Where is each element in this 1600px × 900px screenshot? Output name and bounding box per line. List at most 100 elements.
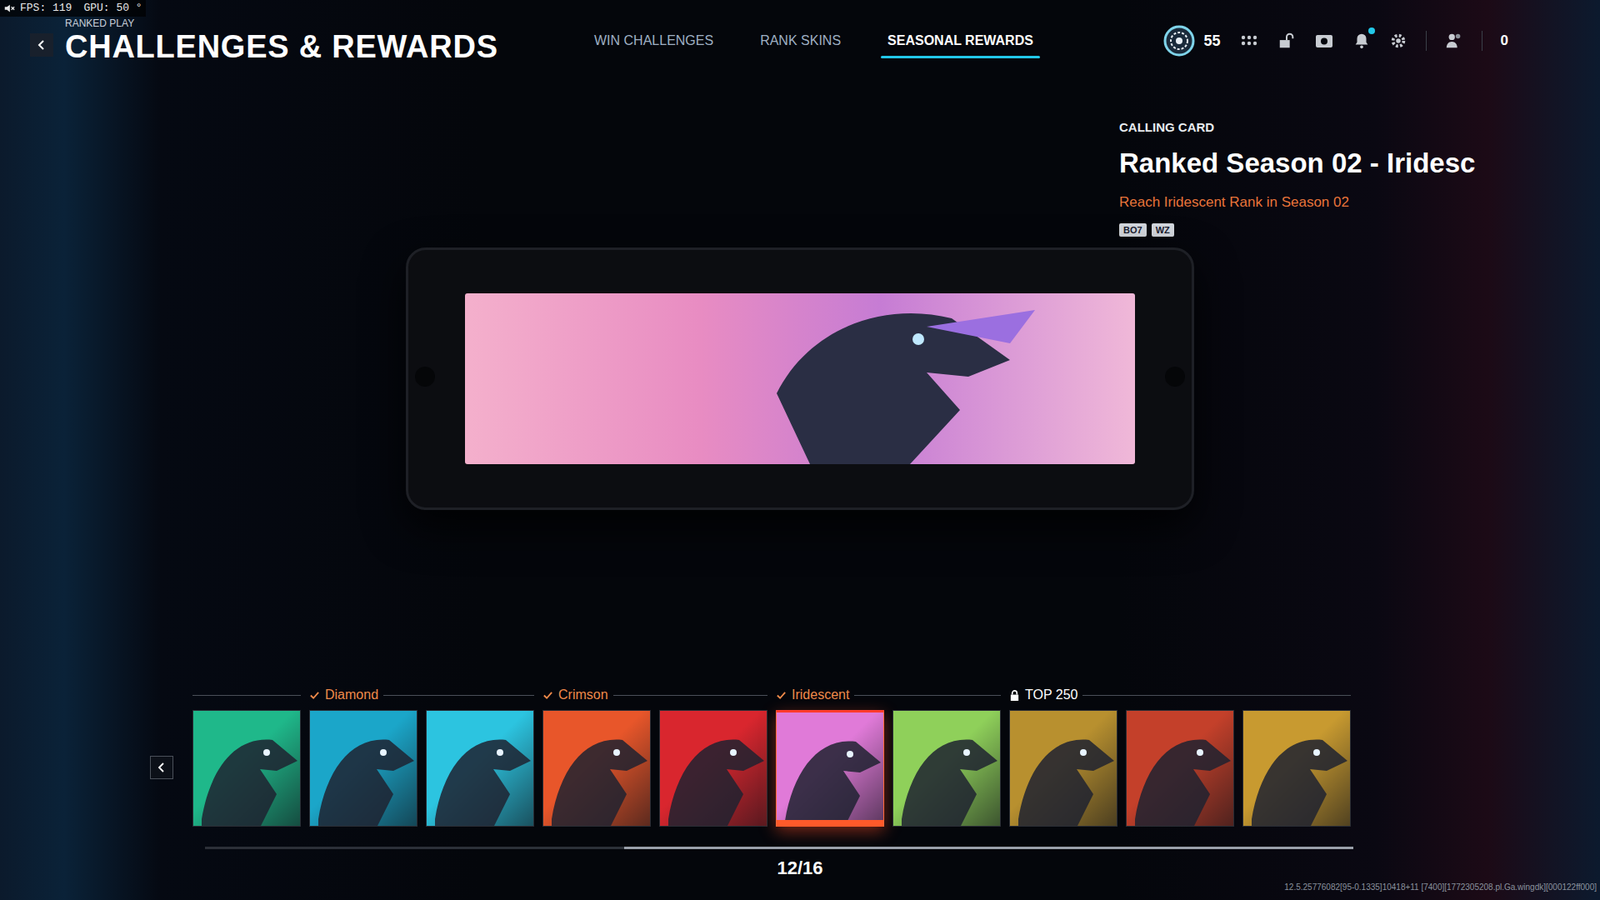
build-row: 12.5.25776082[95-0.1335]10418+11 [7400][…: [0, 882, 1600, 893]
bell-icon: [1352, 31, 1371, 50]
tab-underline: [880, 55, 1040, 59]
top-right-bar: 55 0: [1162, 24, 1600, 58]
item-type: CALLING CARD: [1119, 120, 1600, 135]
scrollbar-track[interactable]: [205, 846, 1354, 850]
friends-count: 0: [1500, 30, 1509, 52]
build-string: 12.5.25776082[95-0.1335]10418+11 [7400][…: [1284, 882, 1597, 893]
reward-thumbnail[interactable]: [775, 710, 885, 827]
tab[interactable]: SEASONAL REWARDS: [880, 32, 1040, 59]
reward-group: TOP 250: [1009, 685, 1351, 827]
dinosaur-icon: [660, 710, 768, 827]
group-header: Crimson: [542, 685, 768, 705]
group-items: [542, 710, 768, 827]
thumbnail-art: [310, 710, 417, 826]
gear-icon[interactable]: [1389, 31, 1408, 50]
friends-icon[interactable]: [1445, 31, 1464, 50]
thumbnail-art: [660, 710, 767, 826]
game-badge: WZ: [1151, 223, 1175, 237]
group-label: Crimson: [558, 686, 609, 704]
tab-bar: WIN CHALLENGES RANK SKINS SEASONAL REWARDS: [587, 24, 1040, 59]
group-line: [854, 695, 1001, 696]
dinosaur-icon: [426, 710, 535, 827]
group-header: Diamond: [309, 685, 535, 705]
thumbnail-art: [543, 710, 650, 826]
rank-display: 55: [1162, 24, 1221, 58]
divider: [1481, 30, 1483, 51]
reward-thumbnail[interactable]: [425, 710, 535, 827]
group-line: [1082, 695, 1351, 696]
header: RANKED PLAY CHALLENGES & REWARDS WIN CHA…: [0, 0, 1600, 82]
scroll-left-button[interactable]: [150, 755, 174, 780]
group-items: [775, 710, 1001, 827]
thumbnail-art: [1126, 710, 1234, 826]
dinosaur-icon: [193, 710, 301, 827]
group-items: [1009, 710, 1351, 827]
group-label: TOP 250: [1025, 686, 1078, 704]
group-line: [383, 695, 535, 696]
thumbnail-art: [1243, 710, 1350, 826]
perf-overlay: FPS: 119 GPU: 50 °: [0, 0, 146, 17]
back-button[interactable]: [30, 33, 54, 57]
reward-group: Crimson: [542, 685, 768, 827]
dinosaur-icon: [543, 710, 651, 827]
reward-thumbnail[interactable]: [1242, 710, 1351, 827]
notifications-button[interactable]: [1352, 31, 1371, 50]
reward-thumbnail[interactable]: [892, 710, 1001, 827]
group-header: [192, 685, 301, 705]
dinosaur-art-icon: [760, 293, 1060, 465]
page-title: CHALLENGES & REWARDS: [65, 29, 499, 65]
scrollbar-thumb[interactable]: [624, 846, 1354, 850]
reward-thumbnail[interactable]: [542, 710, 651, 827]
title-group: RANKED PLAY CHALLENGES & REWARDS: [65, 17, 499, 65]
notification-dot: [1368, 27, 1375, 35]
reward-thumbnail[interactable]: [1125, 710, 1235, 827]
unlock-icon[interactable]: [1277, 31, 1296, 50]
selected-bar: [776, 820, 884, 827]
tab-label: RANK SKINS: [753, 32, 848, 50]
rank-emblem-icon: [1162, 24, 1196, 58]
rank-level: 55: [1204, 30, 1221, 53]
gpu-reading: GPU: 50 °: [83, 0, 142, 17]
tab[interactable]: RANK SKINS: [753, 32, 848, 59]
frame-hole: [415, 366, 435, 387]
thumbnail-art: [1010, 710, 1117, 826]
check-icon: [309, 690, 320, 701]
tab[interactable]: WIN CHALLENGES: [587, 32, 720, 59]
reward-groups: Diamond Crimson Iridescent TOP 250: [192, 685, 1351, 827]
frame-hole: [1165, 366, 1185, 387]
thumbnail-art: [776, 712, 884, 827]
reward-thumbnail[interactable]: [659, 710, 768, 827]
item-requirement: Reach Iridescent Rank in Season 02: [1119, 193, 1600, 212]
thumbnail-art: [426, 710, 534, 826]
tab-label: SEASONAL REWARDS: [880, 32, 1040, 50]
lock-icon: [1009, 690, 1020, 701]
divider: [1425, 30, 1427, 51]
title-block: RANKED PLAY CHALLENGES & REWARDS: [0, 17, 588, 65]
tab-label: WIN CHALLENGES: [587, 32, 720, 50]
thumbnail-art: [193, 710, 300, 826]
group-label: Iridescent: [791, 686, 850, 704]
dinosaur-icon: [1126, 710, 1235, 827]
rewards-strip: Diamond Crimson Iridescent TOP 250: [0, 685, 1600, 827]
item-title: Ranked Season 02 - Iridesc: [1119, 146, 1600, 180]
menu-grid-icon[interactable]: [1239, 30, 1260, 51]
store-icon[interactable]: [1314, 31, 1335, 50]
breadcrumb: RANKED PLAY: [65, 17, 499, 30]
group-label: Diamond: [325, 686, 379, 704]
group-header: Iridescent: [775, 685, 1001, 705]
group-line: [613, 695, 768, 696]
reward-thumbnail[interactable]: [1009, 710, 1118, 827]
calling-card-preview: [405, 247, 1195, 510]
dinosaur-icon: [893, 710, 1001, 827]
dinosaur-icon: [310, 710, 418, 827]
game-badge: BO7: [1119, 223, 1147, 237]
group-items: [309, 710, 535, 827]
item-info: CALLING CARD Ranked Season 02 - Iridesc …: [0, 81, 1600, 237]
reward-group: Diamond: [309, 685, 535, 827]
reward-group: [192, 685, 301, 827]
dinosaur-icon: [1243, 710, 1351, 827]
reward-thumbnail[interactable]: [309, 710, 418, 827]
reward-thumbnail[interactable]: [192, 710, 301, 827]
